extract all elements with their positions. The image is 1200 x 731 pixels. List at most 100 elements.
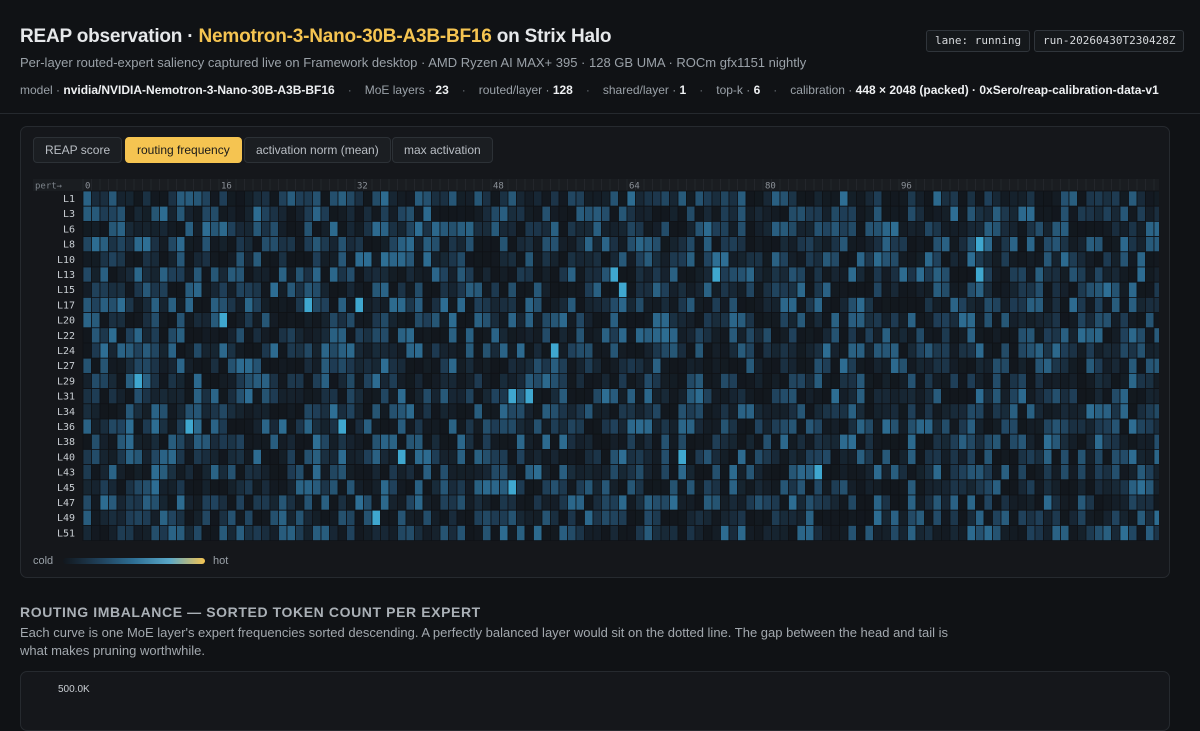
heatmap-cell[interactable] [431, 327, 441, 344]
heatmap-cell[interactable] [592, 251, 602, 268]
heatmap-cell[interactable] [856, 464, 866, 481]
heatmap-cell[interactable] [703, 494, 713, 511]
heatmap-cell[interactable] [983, 524, 993, 541]
heatmap-cell[interactable] [711, 524, 721, 541]
heatmap-cell[interactable] [975, 509, 985, 526]
heatmap-cell[interactable] [252, 297, 262, 314]
heatmap-cell[interactable] [873, 509, 883, 526]
heatmap-cell[interactable] [1043, 251, 1053, 268]
heatmap-cell[interactable] [1102, 236, 1112, 253]
heatmap-cell[interactable] [558, 372, 568, 389]
heatmap-cell[interactable] [1009, 388, 1019, 405]
heatmap-cell[interactable] [660, 464, 670, 481]
heatmap-cell[interactable] [992, 251, 1002, 268]
heatmap-cell[interactable] [133, 251, 143, 268]
heatmap-cell[interactable] [771, 266, 781, 283]
heatmap-cell[interactable] [269, 281, 279, 298]
heatmap-cell[interactable] [907, 524, 917, 541]
heatmap-cell[interactable] [1136, 464, 1146, 481]
heatmap-cell[interactable] [448, 479, 458, 496]
heatmap-cell[interactable] [745, 236, 755, 253]
heatmap-cell[interactable] [796, 418, 806, 435]
heatmap-cell[interactable] [890, 388, 900, 405]
heatmap-cell[interactable] [533, 524, 543, 541]
heatmap-cell[interactable] [99, 342, 109, 359]
heatmap-cell[interactable] [354, 433, 364, 450]
heatmap-cell[interactable] [558, 342, 568, 359]
heatmap-cell[interactable] [1153, 479, 1159, 496]
heatmap-cell[interactable] [159, 479, 169, 496]
heatmap-cell[interactable] [1026, 524, 1036, 541]
heatmap-cell[interactable] [193, 372, 203, 389]
heatmap-cell[interactable] [507, 281, 517, 298]
heatmap-cell[interactable] [839, 327, 849, 344]
heatmap-cell[interactable] [1094, 251, 1104, 268]
heatmap-cell[interactable] [567, 342, 577, 359]
heatmap-cell[interactable] [983, 372, 993, 389]
heatmap-cell[interactable] [482, 236, 492, 253]
heatmap-cell[interactable] [286, 524, 296, 541]
heatmap-cell[interactable] [167, 403, 177, 420]
heatmap-cell[interactable] [924, 236, 934, 253]
heatmap-cell[interactable] [193, 388, 203, 405]
heatmap-cell[interactable] [788, 266, 798, 283]
heatmap-cell[interactable] [737, 418, 747, 435]
heatmap-cell[interactable] [975, 448, 985, 465]
heatmap-cell[interactable] [796, 509, 806, 526]
heatmap-cell[interactable] [116, 205, 126, 222]
heatmap-cell[interactable] [949, 357, 959, 374]
heatmap-cell[interactable] [235, 357, 245, 374]
heatmap-cell[interactable] [864, 464, 874, 481]
heatmap-cell[interactable] [949, 327, 959, 344]
heatmap-cell[interactable] [414, 509, 424, 526]
heatmap-cell[interactable] [737, 266, 747, 283]
heatmap-cell[interactable] [813, 266, 823, 283]
heatmap-cell[interactable] [439, 342, 449, 359]
heatmap-cell[interactable] [915, 388, 925, 405]
heatmap-cell[interactable] [1060, 327, 1070, 344]
heatmap-cell[interactable] [822, 448, 832, 465]
heatmap-cell[interactable] [371, 312, 381, 329]
heatmap-cell[interactable] [779, 205, 789, 222]
heatmap-cell[interactable] [482, 281, 492, 298]
heatmap-cell[interactable] [550, 524, 560, 541]
heatmap-cell[interactable] [618, 342, 628, 359]
heatmap-cell[interactable] [1145, 372, 1155, 389]
heatmap-cell[interactable] [1119, 266, 1129, 283]
heatmap-cell[interactable] [354, 524, 364, 541]
heatmap-cell[interactable] [363, 479, 373, 496]
heatmap-cell[interactable] [805, 509, 815, 526]
heatmap-cell[interactable] [448, 418, 458, 435]
heatmap-cell[interactable] [686, 357, 696, 374]
heatmap-cell[interactable] [720, 297, 730, 314]
heatmap-cell[interactable] [643, 327, 653, 344]
heatmap-cell[interactable] [354, 494, 364, 511]
heatmap-cell[interactable] [626, 494, 636, 511]
heatmap-cell[interactable] [490, 221, 500, 238]
heatmap-cell[interactable] [125, 448, 135, 465]
heatmap-cell[interactable] [881, 312, 891, 329]
heatmap-cell[interactable] [456, 342, 466, 359]
heatmap-cell[interactable] [1060, 448, 1070, 465]
heatmap-cell[interactable] [354, 479, 364, 496]
heatmap-cell[interactable] [601, 418, 611, 435]
heatmap-cell[interactable] [159, 327, 169, 344]
heatmap-cell[interactable] [652, 281, 662, 298]
heatmap-cell[interactable] [1017, 266, 1027, 283]
heatmap-cell[interactable] [881, 509, 891, 526]
heatmap-cell[interactable] [813, 342, 823, 359]
heatmap-cell[interactable] [201, 464, 211, 481]
heatmap-cell[interactable] [711, 342, 721, 359]
heatmap-cell[interactable] [371, 266, 381, 283]
heatmap-cell[interactable] [91, 342, 101, 359]
heatmap-cell[interactable] [745, 494, 755, 511]
heatmap-cell[interactable] [1009, 403, 1019, 420]
heatmap-cell[interactable] [499, 327, 509, 344]
heatmap-cell[interactable] [805, 312, 815, 329]
heatmap-cell[interactable] [295, 281, 305, 298]
heatmap-cell[interactable] [1128, 372, 1138, 389]
heatmap-cell[interactable] [652, 494, 662, 511]
heatmap-cell[interactable] [448, 357, 458, 374]
heatmap-cell[interactable] [405, 479, 415, 496]
heatmap-cell[interactable] [82, 448, 92, 465]
